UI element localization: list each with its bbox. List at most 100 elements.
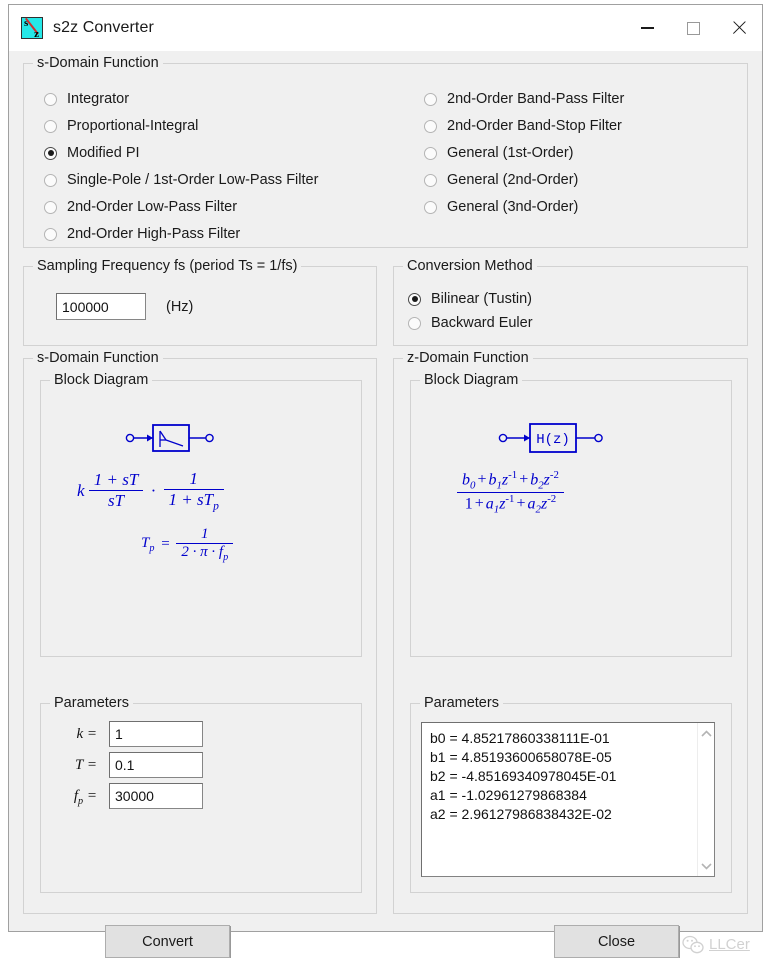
window-title: s2z Converter	[53, 19, 154, 36]
radio-indicator	[44, 173, 57, 187]
radio-backward-euler[interactable]: Backward Euler	[408, 313, 533, 333]
radio-label: General (2nd-Order)	[447, 172, 579, 188]
watermark: LLCer	[682, 935, 750, 954]
z-domain-transfer-formula: b0 + b1z-1 + b2z-2 1 + a1z-1 + a2z-2	[457, 469, 564, 515]
radio-label: Backward Euler	[431, 315, 533, 331]
radio-indicator	[424, 92, 437, 106]
results-scrollbar[interactable]	[697, 723, 714, 876]
radio-integrator[interactable]: Integrator	[44, 89, 129, 109]
radio-general-1st-order[interactable]: General (1st-Order)	[424, 143, 574, 163]
conversion-method-legend: Conversion Method	[403, 258, 537, 274]
s-domain-tp-formula: Tp = 1 2 · π · fp	[141, 526, 234, 563]
coefficient-line: a2 = 2.96127986838432E-02	[430, 806, 612, 822]
radio-label: 2nd-Order Low-Pass Filter	[67, 199, 238, 215]
param-input-k[interactable]	[109, 721, 203, 747]
minimize-icon	[640, 27, 654, 29]
title-bar: s z s2z Converter	[9, 5, 762, 51]
minimize-button[interactable]	[624, 5, 670, 51]
radio-label: General (3nd-Order)	[447, 199, 579, 215]
tp-fraction: 1 2 · π · fp	[176, 526, 234, 563]
radio-indicator	[424, 119, 437, 133]
close-window-button[interactable]	[716, 5, 762, 51]
radio-label: Modified PI	[67, 145, 140, 161]
radio-indicator	[44, 92, 57, 106]
param-input-T[interactable]	[109, 752, 203, 778]
conversion-method-group: Conversion Method Bilinear (Tustin) Back…	[393, 258, 748, 346]
z-domain-display-panel: z-Domain Function Block Diagram H(z) b0 +…	[393, 350, 748, 914]
transfer-block-hz-icon: H(z)	[498, 423, 603, 453]
z-block-diagram-legend: Block Diagram	[420, 372, 523, 388]
convert-button[interactable]: Convert	[105, 925, 230, 958]
radio-modified-pi[interactable]: Modified PI	[44, 143, 140, 163]
formula-gain-k: k	[77, 480, 85, 500]
maximize-button[interactable]	[670, 5, 716, 51]
s2z-app-icon: s z	[21, 17, 43, 40]
radio-label: Proportional-Integral	[67, 118, 199, 134]
radio-indicator	[44, 146, 57, 160]
close-icon	[731, 20, 747, 36]
svg-text:H(z): H(z)	[536, 432, 570, 448]
radio-proportional-integral[interactable]: Proportional-Integral	[44, 116, 198, 136]
z-domain-display-legend: z-Domain Function	[403, 350, 533, 366]
radio-indicator	[424, 200, 437, 214]
sampling-frequency-unit: (Hz)	[166, 299, 194, 315]
radio-2nd-order-lowpass[interactable]: 2nd-Order Low-Pass Filter	[44, 197, 237, 217]
param-input-fp[interactable]	[109, 783, 203, 809]
z-coefficients-output[interactable]: b0 = 4.85217860338111E-01 b1 = 4.8519360…	[421, 722, 715, 877]
coefficient-line: b2 = -4.85169340978045E-01	[430, 768, 617, 784]
z-parameters-legend: Parameters	[420, 695, 503, 711]
s-domain-function-legend: s-Domain Function	[33, 55, 163, 71]
s-parameters-group: Parameters k = T = fp =	[40, 695, 362, 893]
radio-indicator	[44, 119, 57, 133]
coefficient-line: b0 = 4.85217860338111E-01	[430, 730, 610, 746]
chevron-down-icon[interactable]	[699, 858, 714, 873]
sampling-frequency-group: Sampling Frequency fs (period Ts = 1/fs)…	[23, 258, 377, 346]
radio-indicator	[408, 292, 421, 306]
z-fraction: b0 + b1z-1 + b2z-2 1 + a1z-1 + a2z-2	[457, 469, 564, 515]
radio-label: Bilinear (Tustin)	[431, 291, 532, 307]
coefficient-line: b1 = 4.85193600658078E-05	[430, 749, 612, 765]
s-parameters-legend: Parameters	[50, 695, 133, 711]
radio-indicator	[424, 173, 437, 187]
z-parameters-group: Parameters b0 = 4.85217860338111E-01 b1 …	[410, 695, 732, 893]
s-domain-display-panel: s-Domain Function Block Diagram k 1 + sT…	[23, 350, 377, 914]
formula-fraction-1: 1 + sT sT	[88, 470, 144, 511]
maximize-icon	[686, 21, 700, 35]
formula-fraction-2: 1 1 + sTp	[163, 469, 224, 512]
radio-2nd-order-highpass[interactable]: 2nd-Order High-Pass Filter	[44, 224, 240, 244]
z-coefficients-lines: b0 = 4.85217860338111E-01 b1 = 4.8519360…	[422, 723, 697, 876]
radio-indicator	[44, 200, 57, 214]
client-area: s-Domain Function Integrator Proportiona…	[9, 51, 762, 958]
s-domain-display-legend: s-Domain Function	[33, 350, 163, 366]
radio-2nd-order-bandpass[interactable]: 2nd-Order Band-Pass Filter	[424, 89, 624, 109]
s-domain-function-group: s-Domain Function Integrator Proportiona…	[23, 55, 748, 248]
window-controls	[624, 5, 762, 51]
radio-label: General (1st-Order)	[447, 145, 574, 161]
radio-label: 2nd-Order Band-Pass Filter	[447, 91, 625, 107]
param-label-k: k =	[76, 726, 97, 742]
radio-indicator	[44, 227, 57, 241]
s-block-diagram-group: Block Diagram k 1 + sT sT · 1 1 + sTp Tp…	[40, 372, 362, 657]
radio-general-2nd-order[interactable]: General (2nd-Order)	[424, 170, 578, 190]
radio-bilinear-tustin[interactable]: Bilinear (Tustin)	[408, 289, 532, 309]
sampling-frequency-legend: Sampling Frequency fs (period Ts = 1/fs)	[33, 258, 302, 274]
radio-label: Integrator	[67, 91, 130, 107]
radio-indicator	[408, 316, 421, 330]
z-block-diagram-group: Block Diagram H(z) b0 + b1z-1 + b2z-2 1 + a1z-…	[410, 372, 732, 657]
radio-single-pole-lowpass[interactable]: Single-Pole / 1st-Order Low-Pass Filter	[44, 170, 318, 190]
radio-general-3rd-order[interactable]: General (3nd-Order)	[424, 197, 578, 217]
wechat-icon	[682, 935, 704, 954]
param-label-T: T =	[75, 757, 97, 773]
s-domain-transfer-formula: k 1 + sT sT · 1 1 + sTp	[77, 469, 224, 512]
close-button[interactable]: Close	[554, 925, 679, 958]
s-block-diagram-legend: Block Diagram	[50, 372, 153, 388]
coefficient-line: a1 = -1.02961279868384	[430, 787, 587, 803]
radio-2nd-order-bandstop[interactable]: 2nd-Order Band-Stop Filter	[424, 116, 622, 136]
radio-label: 2nd-Order Band-Stop Filter	[447, 118, 622, 134]
transfer-block-step-response-icon	[125, 424, 214, 452]
sampling-frequency-input[interactable]	[56, 293, 146, 320]
s2z-converter-window: s z s2z Converter s-Domain Function Inte	[8, 4, 763, 958]
param-label-fp: fp =	[73, 788, 97, 807]
chevron-up-icon[interactable]	[699, 726, 714, 741]
radio-label: 2nd-Order High-Pass Filter	[67, 226, 241, 242]
